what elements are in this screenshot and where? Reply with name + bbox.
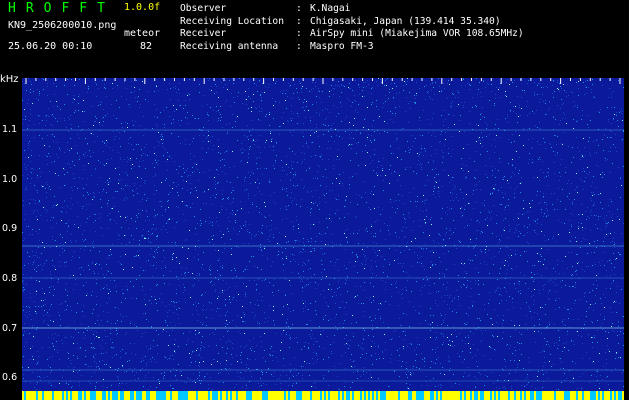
info-row-location: Receiving Location: Chigasaki, Japan (139… bbox=[180, 16, 524, 29]
meteor-label: meteor bbox=[124, 28, 161, 39]
app-logo: HROFFT bbox=[8, 1, 115, 16]
info-value: Maspro FM-3 bbox=[310, 40, 374, 52]
info-colon: : bbox=[296, 28, 302, 39]
info-block: Observer: K.Nagai Receiving Location: Chig… bbox=[180, 3, 524, 53]
header-panel: HROFFT 1.0.0f KN9_2506200010.png meteor … bbox=[0, 0, 629, 78]
meteor-count: 82 bbox=[140, 41, 153, 52]
y-tick-label: 0.8 bbox=[2, 273, 18, 284]
y-tick-label: 0.9 bbox=[2, 223, 18, 234]
info-row-observer: Observer: K.Nagai bbox=[180, 3, 524, 16]
spectrogram-background bbox=[22, 78, 624, 400]
info-key: Receiving antenna bbox=[180, 40, 279, 52]
spectrogram-canvas bbox=[22, 78, 624, 400]
y-tick-label: 1.0 bbox=[2, 174, 18, 185]
info-key: Observer bbox=[180, 3, 227, 14]
info-key: Receiving Location bbox=[180, 15, 284, 27]
info-colon: : bbox=[296, 3, 302, 14]
info-value: K.Nagai bbox=[310, 3, 351, 14]
version-label: 1.0.0f bbox=[124, 2, 161, 13]
info-row-receiver: Receiver: AirSpy mini (Miakejima VOR 108.… bbox=[180, 28, 524, 41]
y-tick-label: 1.1 bbox=[2, 124, 18, 135]
info-key: Receiver bbox=[180, 28, 227, 39]
bottom-band bbox=[22, 391, 624, 400]
unit-label: kHz bbox=[0, 74, 19, 85]
y-tick-label: 0.7 bbox=[2, 323, 18, 334]
info-colon: : bbox=[296, 15, 302, 27]
datetime-label: 25.06.20 00:10 bbox=[8, 41, 93, 52]
info-value: Chigasaki, Japan (139.414 35.340) bbox=[310, 15, 501, 27]
info-value: AirSpy mini (Miakejima VOR 108.65MHz) bbox=[310, 28, 524, 39]
spectrogram-plot[interactable] bbox=[22, 78, 624, 400]
y-tick-label: 0.6 bbox=[2, 372, 18, 383]
file-name: KN9_2506200010.png bbox=[8, 20, 117, 31]
info-row-antenna: Receiving antenna: Maspro FM-3 bbox=[180, 41, 524, 54]
info-colon: : bbox=[296, 40, 302, 52]
